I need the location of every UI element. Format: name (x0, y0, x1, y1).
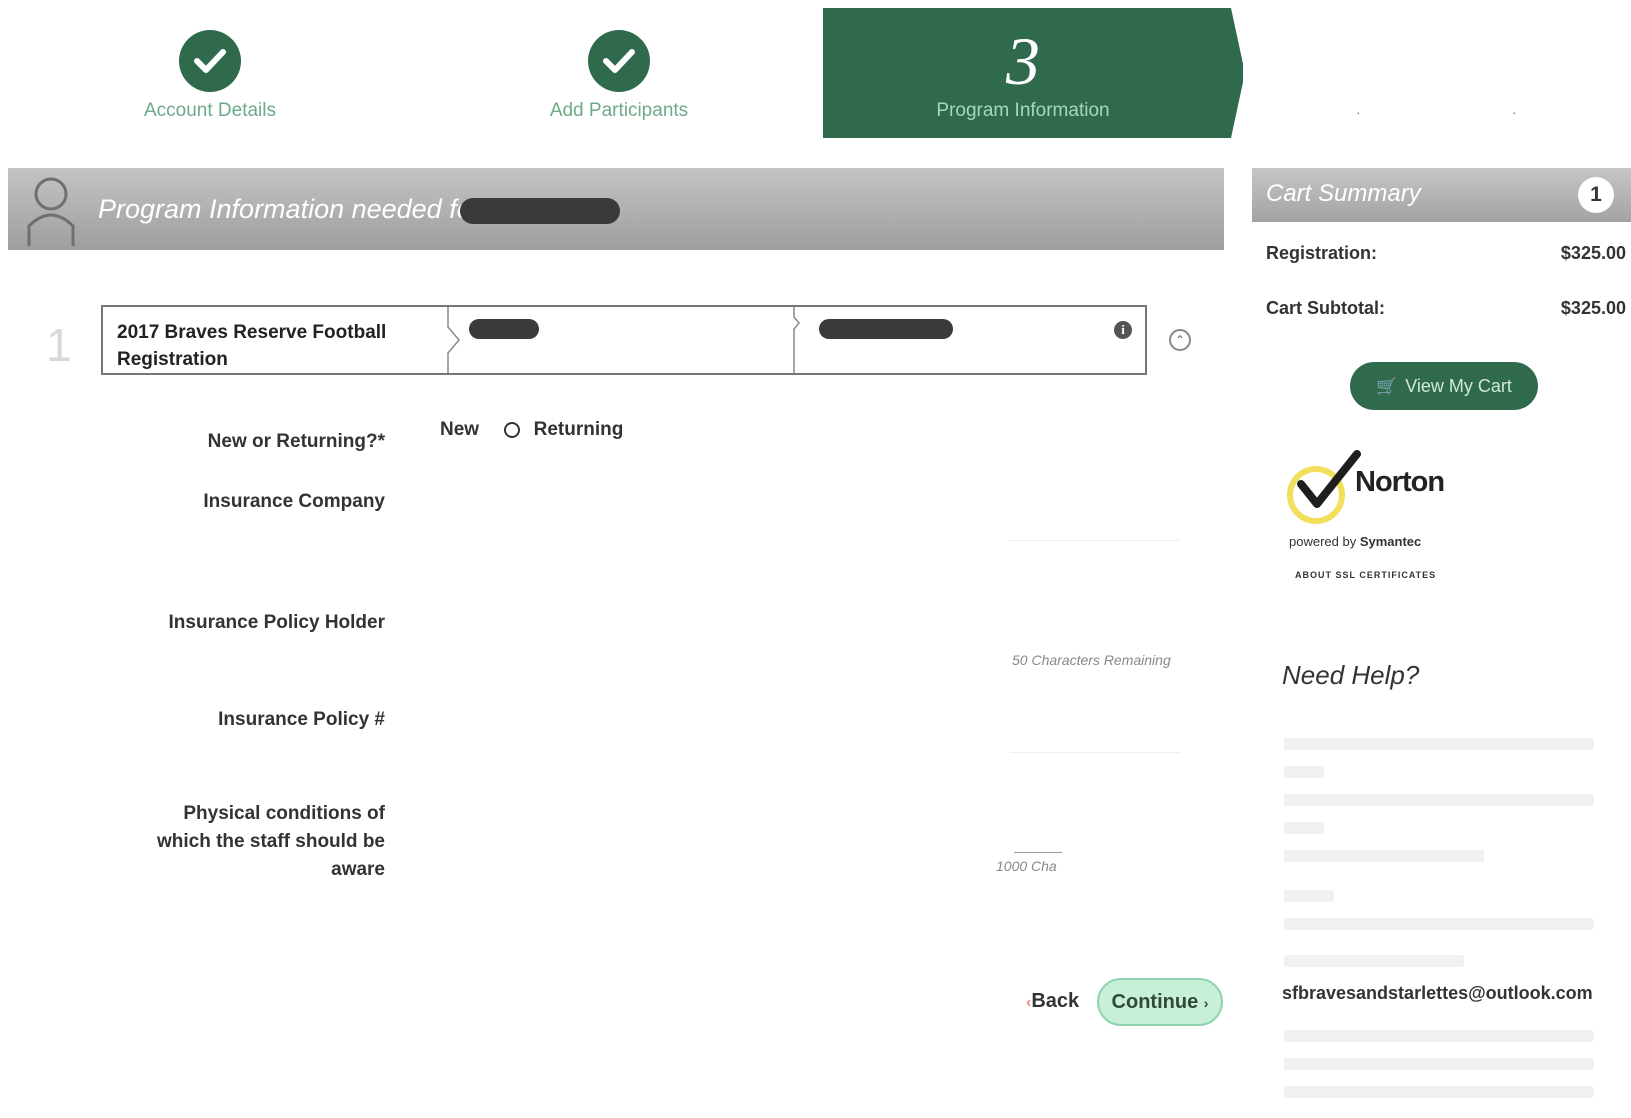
radio-returning-label[interactable]: Returning (534, 419, 624, 441)
help-email-link[interactable]: sfbravesandstarlettes@outlook.com (1282, 983, 1593, 1004)
redacted-participant-name (460, 198, 620, 224)
norton-powered-company: Symantec (1359, 534, 1422, 549)
check-icon (588, 30, 650, 92)
policy-number-field[interactable] (1010, 752, 1180, 753)
new-or-returning-radio-group: New Returning (440, 419, 623, 441)
step-placeholder-mark: · (1356, 104, 1361, 120)
step-placeholder-mark: · (1512, 104, 1517, 120)
collapse-icon[interactable]: ⌃ (1169, 329, 1191, 351)
cart-count-badge: 1 (1578, 177, 1614, 213)
column-divider (447, 307, 460, 373)
progress-steps: Account Details Add Participants 3 Progr… (0, 0, 1631, 150)
physical-conditions-field[interactable] (1014, 852, 1062, 853)
help-faded-text (1284, 738, 1594, 750)
insurance-company-field[interactable] (1010, 540, 1180, 541)
user-avatar-icon (27, 177, 75, 246)
norton-check-icon (1297, 450, 1361, 508)
help-faded-text (1284, 1030, 1594, 1042)
help-faded-text (1284, 955, 1464, 967)
policy-holder-char-count: 50 Characters Remaining (1012, 652, 1171, 668)
step-label: Program Information (936, 100, 1110, 121)
cart-summary-title: Cart Summary (1266, 180, 1421, 207)
step-label: Account Details (143, 100, 276, 121)
help-faded-text (1284, 918, 1594, 930)
policy-number-label: Insurance Policy # (218, 709, 385, 730)
redacted-value (819, 319, 953, 339)
info-icon[interactable]: i (1114, 321, 1132, 339)
help-faded-text (1284, 794, 1594, 806)
cart-summary-header: Cart Summary 1 (1252, 168, 1631, 222)
cart-registration-label: Registration: (1266, 243, 1378, 263)
physical-conditions-char-count: 1000 Cha (996, 858, 1057, 874)
radio-new-label[interactable]: New (440, 419, 479, 441)
step-account-details: Account Details (30, 0, 390, 122)
help-faded-text (1284, 1086, 1594, 1098)
cart-registration-amount: $325.00 (1560, 243, 1626, 263)
about-ssl-link[interactable]: ABOUT SSL CERTIFICATES (1295, 570, 1436, 580)
view-my-cart-button[interactable]: 🛒 View My Cart (1350, 362, 1538, 410)
norton-powered-by: powered by Symantec (1289, 534, 1421, 549)
help-faded-text (1284, 850, 1484, 862)
registration-summary-row: 2017 Braves Reserve Football Registratio… (101, 305, 1147, 375)
cart-subtotal-label: Cart Subtotal: (1266, 298, 1385, 318)
physical-conditions-label: Physical conditions of which the staff s… (156, 803, 385, 880)
row-number: 1 (46, 319, 72, 371)
column-divider (793, 307, 800, 373)
view-my-cart-label: View My Cart (1405, 376, 1512, 396)
redacted-value (469, 319, 539, 339)
program-info-header: Program Information needed for (8, 168, 1224, 250)
step-add-participants: Add Participants (439, 0, 799, 122)
step-program-information: 3 Program Information (823, 8, 1243, 138)
norton-powered-prefix: powered by (1289, 534, 1357, 549)
help-faded-text (1284, 766, 1324, 778)
shopping-cart-icon: 🛒 (1376, 377, 1398, 396)
radio-returning-selected[interactable] (504, 422, 521, 438)
cart-registration-line: Registration: $325.00 (1266, 243, 1626, 264)
chevron-right-icon: › (1203, 995, 1209, 1011)
cart-subtotal-amount: $325.00 (1560, 298, 1626, 318)
cart-subtotal-line: Cart Subtotal: $325.00 (1266, 298, 1626, 319)
continue-button-label: Continue (1111, 991, 1199, 1013)
help-faded-text (1284, 822, 1324, 834)
policy-holder-label: Insurance Policy Holder (168, 612, 385, 633)
continue-button[interactable]: Continue › (1097, 978, 1223, 1026)
program-info-title: Program Information needed for (98, 194, 481, 224)
step-number: 3 (1006, 23, 1040, 99)
step-label: Add Participants (549, 100, 689, 121)
help-faded-text (1284, 1058, 1594, 1070)
registration-name: 2017 Braves Reserve Football Registratio… (117, 322, 387, 370)
insurance-company-label: Insurance Company (203, 491, 385, 512)
back-button-label: Back (1031, 990, 1080, 1012)
norton-brand: Norton (1355, 466, 1445, 498)
need-help-title: Need Help? (1282, 660, 1420, 690)
norton-secured-seal[interactable]: Norton powered by Symantec ABOUT SSL CER… (1285, 448, 1465, 588)
new-or-returning-label: New or Returning?* (207, 431, 385, 452)
check-icon (179, 30, 241, 92)
back-button[interactable]: ‹Back (1026, 990, 1079, 1013)
help-faded-text (1284, 890, 1334, 902)
